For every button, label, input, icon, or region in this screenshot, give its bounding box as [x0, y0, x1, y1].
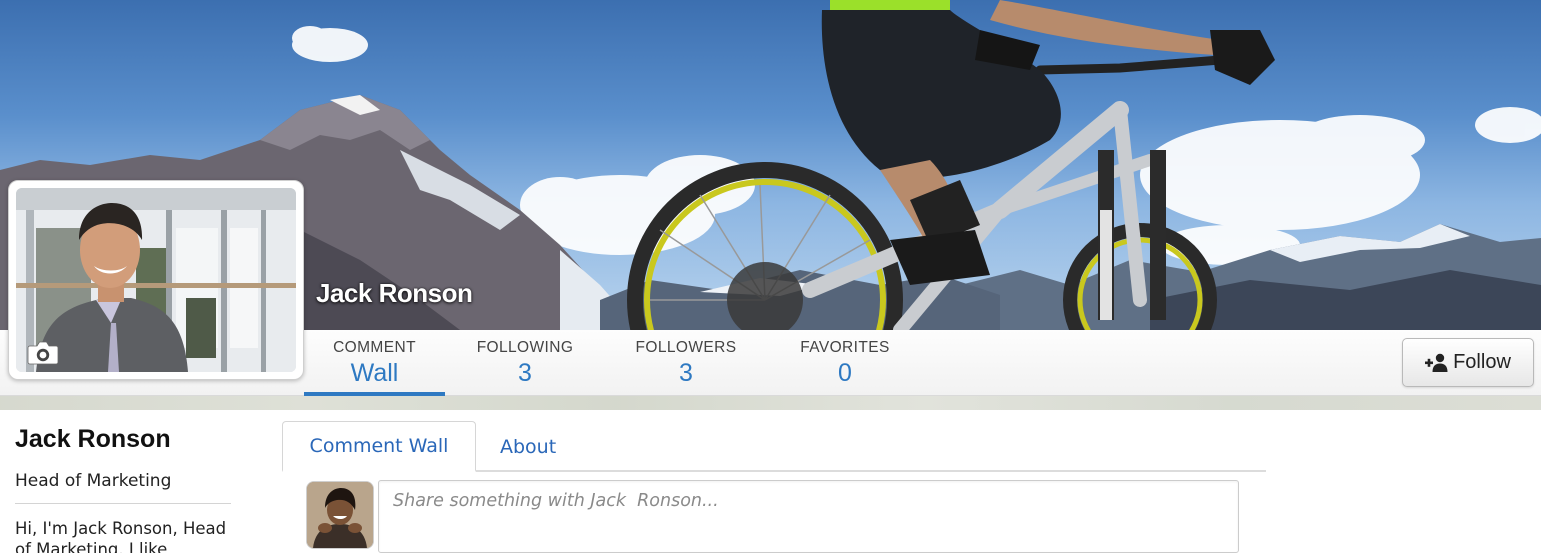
follow-label: Follow: [1453, 351, 1511, 373]
profile-name: Jack Ronson: [15, 425, 171, 453]
stat-following[interactable]: FOLLOWING 3: [462, 330, 588, 396]
share-input[interactable]: [378, 480, 1239, 553]
cover-name: Jack Ronson: [316, 278, 473, 308]
stat-label: FOLLOWING: [476, 339, 574, 356]
stat-label: FAVORITES: [800, 339, 890, 356]
stat-label: COMMENT: [333, 339, 416, 356]
user-plus-icon: [1425, 353, 1448, 372]
profile-bio: Hi, I'm Jack Ronson, Head of Marketing. …: [15, 519, 227, 553]
camera-icon[interactable]: [27, 340, 59, 371]
follow-button[interactable]: Follow: [1402, 338, 1534, 387]
tab-comment-wall[interactable]: Comment Wall: [282, 421, 476, 472]
divider: [15, 503, 231, 504]
stat-followers[interactable]: FOLLOWERS 3: [622, 330, 750, 396]
cover-bottom-strip: [0, 396, 1541, 410]
current-user-avatar: [307, 482, 373, 548]
stat-label: FOLLOWERS: [635, 339, 737, 356]
stat-comment-wall[interactable]: COMMENT Wall: [304, 330, 445, 396]
tab-about[interactable]: About: [488, 421, 568, 472]
stat-value: Wall: [350, 359, 399, 387]
profile-title: Head of Marketing: [15, 471, 172, 491]
stat-value: 0: [838, 359, 852, 387]
stat-favorites[interactable]: FAVORITES 0: [782, 330, 908, 396]
stat-value: 3: [518, 359, 532, 387]
stat-value: 3: [679, 359, 693, 387]
